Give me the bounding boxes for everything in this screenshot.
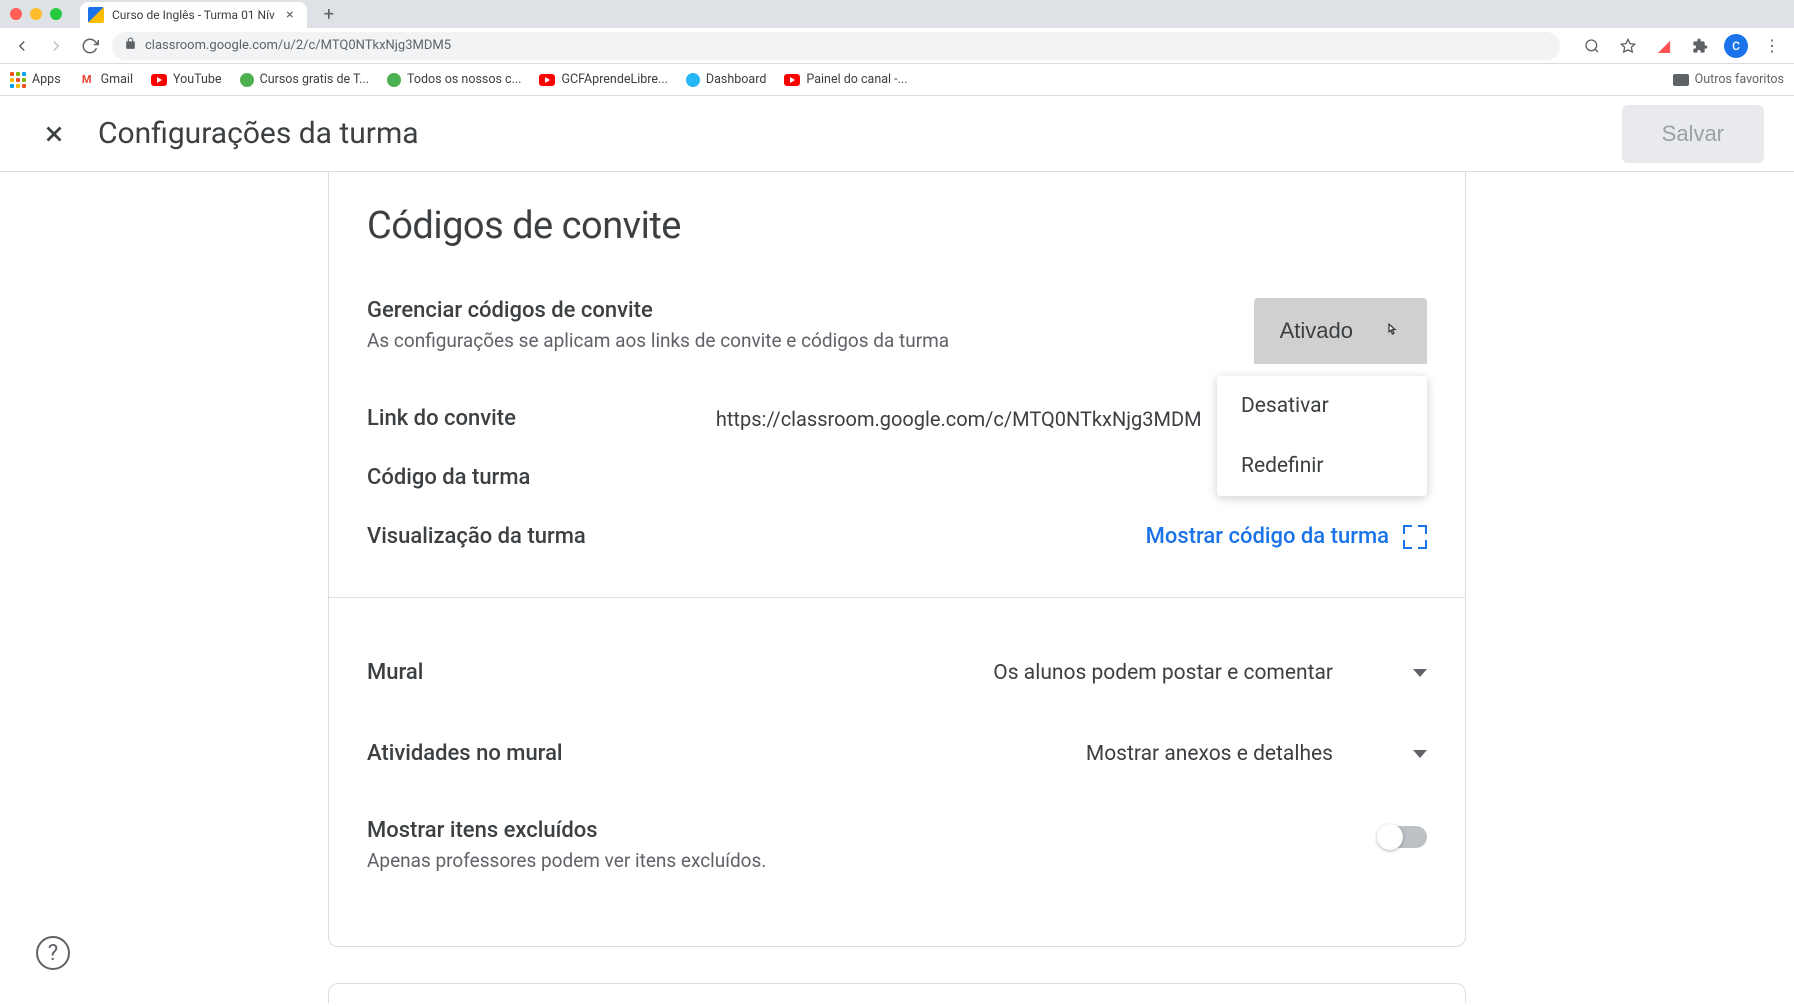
globe-icon bbox=[240, 73, 254, 87]
tab-favicon bbox=[88, 7, 104, 23]
apps-icon bbox=[10, 72, 26, 88]
chevron-down-icon bbox=[1413, 669, 1427, 677]
activities-label: Atividades no mural bbox=[367, 741, 563, 766]
zoom-icon[interactable] bbox=[1580, 34, 1604, 58]
mural-label: Mural bbox=[367, 660, 423, 685]
menu-deactivate[interactable]: Desativar bbox=[1217, 376, 1427, 436]
extension-icon[interactable]: ◢ bbox=[1652, 34, 1676, 58]
section-divider bbox=[329, 597, 1465, 598]
deleted-items-label: Mostrar itens excluídos bbox=[367, 818, 766, 843]
bookmark-cursos[interactable]: Cursos gratis de T... bbox=[240, 72, 369, 87]
next-card-peek bbox=[328, 983, 1466, 1003]
globe-icon bbox=[387, 73, 401, 87]
show-class-code-link[interactable]: Mostrar código da turma bbox=[1146, 524, 1427, 549]
bookmark-apps[interactable]: Apps bbox=[10, 72, 61, 88]
browser-chrome: Curso de Inglês - Turma 01 Nív × + class… bbox=[0, 0, 1794, 96]
forward-button[interactable] bbox=[44, 34, 68, 58]
invite-status-dropdown[interactable]: Ativado bbox=[1254, 298, 1427, 364]
bookmark-youtube[interactable]: YouTube bbox=[151, 72, 222, 87]
window-controls bbox=[10, 8, 62, 20]
row-deleted-items: Mostrar itens excluídos Apenas professor… bbox=[367, 794, 1427, 896]
tab-title: Curso de Inglês - Turma 01 Nív bbox=[112, 8, 275, 22]
close-button[interactable] bbox=[30, 110, 78, 158]
mural-value: Os alunos podem postar e comentar bbox=[993, 661, 1333, 685]
row-activities: Atividades no mural Mostrar anexos e det… bbox=[367, 713, 1427, 794]
manage-codes-sub: As configurações se aplicam aos links de… bbox=[367, 329, 949, 352]
bookmark-todos[interactable]: Todos os nossos c... bbox=[387, 72, 521, 87]
cursor-pointer-icon bbox=[1383, 322, 1401, 340]
toggle-knob bbox=[1377, 824, 1403, 850]
fullscreen-icon bbox=[1403, 525, 1427, 549]
help-button[interactable]: ? bbox=[36, 936, 70, 970]
bookmark-dashboard[interactable]: Dashboard bbox=[686, 72, 766, 87]
activities-select[interactable]: Mostrar anexos e detalhes bbox=[1086, 742, 1427, 766]
activities-value: Mostrar anexos e detalhes bbox=[1086, 742, 1333, 766]
app-header: Configurações da turma Salvar bbox=[0, 96, 1794, 172]
invite-status-label: Ativado bbox=[1280, 318, 1353, 344]
row-mural: Mural Os alunos podem postar e comentar bbox=[367, 632, 1427, 713]
chevron-down-icon bbox=[1413, 750, 1427, 758]
title-bar: Curso de Inglês - Turma 01 Nív × + bbox=[0, 0, 1794, 28]
invite-link-label: Link do convite bbox=[367, 406, 516, 431]
content-area: Códigos de convite Gerenciar códigos de … bbox=[0, 172, 1794, 1006]
other-bookmarks[interactable]: Outros favoritos bbox=[1673, 72, 1784, 87]
bookmark-painel[interactable]: Painel do canal -... bbox=[784, 72, 907, 87]
gmail-icon: M bbox=[79, 74, 95, 86]
bookmark-gmail[interactable]: M Gmail bbox=[79, 72, 133, 87]
deleted-items-toggle[interactable] bbox=[1379, 826, 1427, 848]
window-maximize-button[interactable] bbox=[50, 8, 62, 20]
youtube-icon bbox=[151, 74, 167, 86]
globe-icon bbox=[686, 73, 700, 87]
manage-codes-label: Gerenciar códigos de convite bbox=[367, 298, 949, 323]
tab-close-button[interactable]: × bbox=[283, 8, 297, 22]
bookmarks-bar: Apps M Gmail YouTube Cursos gratis de T.… bbox=[0, 64, 1794, 96]
invite-link-value: https://classroom.google.com/c/MTQ0NTkxN… bbox=[716, 407, 1202, 431]
browser-menu-icon[interactable]: ⋮ bbox=[1760, 34, 1784, 58]
window-minimize-button[interactable] bbox=[30, 8, 42, 20]
save-button[interactable]: Salvar bbox=[1622, 105, 1764, 163]
star-icon[interactable] bbox=[1616, 34, 1640, 58]
lock-icon bbox=[124, 37, 137, 54]
section-title-invite: Códigos de convite bbox=[367, 204, 1427, 248]
back-button[interactable] bbox=[10, 34, 34, 58]
bookmark-gcf[interactable]: GCFAprendeLibre... bbox=[539, 72, 667, 87]
row-class-view: Visualização da turma Mostrar código da … bbox=[367, 504, 1427, 573]
url-bar[interactable]: classroom.google.com/u/2/c/MTQ0NTkxNjg3M… bbox=[112, 32, 1560, 60]
profile-avatar[interactable]: C bbox=[1724, 34, 1748, 58]
youtube-icon bbox=[539, 74, 555, 86]
browser-toolbar: classroom.google.com/u/2/c/MTQ0NTkxNjg3M… bbox=[0, 28, 1794, 64]
class-view-label: Visualização da turma bbox=[367, 524, 586, 549]
extensions-menu-icon[interactable] bbox=[1688, 34, 1712, 58]
new-tab-button[interactable]: + bbox=[315, 0, 343, 28]
url-text: classroom.google.com/u/2/c/MTQ0NTkxNjg3M… bbox=[145, 38, 451, 53]
invite-status-menu: Desativar Redefinir bbox=[1217, 376, 1427, 496]
reload-button[interactable] bbox=[78, 34, 102, 58]
youtube-icon bbox=[784, 74, 800, 86]
settings-card: Códigos de convite Gerenciar códigos de … bbox=[328, 172, 1466, 947]
class-code-label: Código da turma bbox=[367, 465, 530, 490]
deleted-items-sub: Apenas professores podem ver itens exclu… bbox=[367, 849, 766, 872]
row-manage-codes: Gerenciar códigos de convite As configur… bbox=[367, 284, 1427, 378]
window-close-button[interactable] bbox=[10, 8, 22, 20]
mural-select[interactable]: Os alunos podem postar e comentar bbox=[993, 661, 1427, 685]
menu-reset[interactable]: Redefinir bbox=[1217, 436, 1427, 496]
browser-tab[interactable]: Curso de Inglês - Turma 01 Nív × bbox=[80, 2, 307, 28]
page-title: Configurações da turma bbox=[98, 116, 419, 151]
folder-icon bbox=[1673, 74, 1689, 86]
